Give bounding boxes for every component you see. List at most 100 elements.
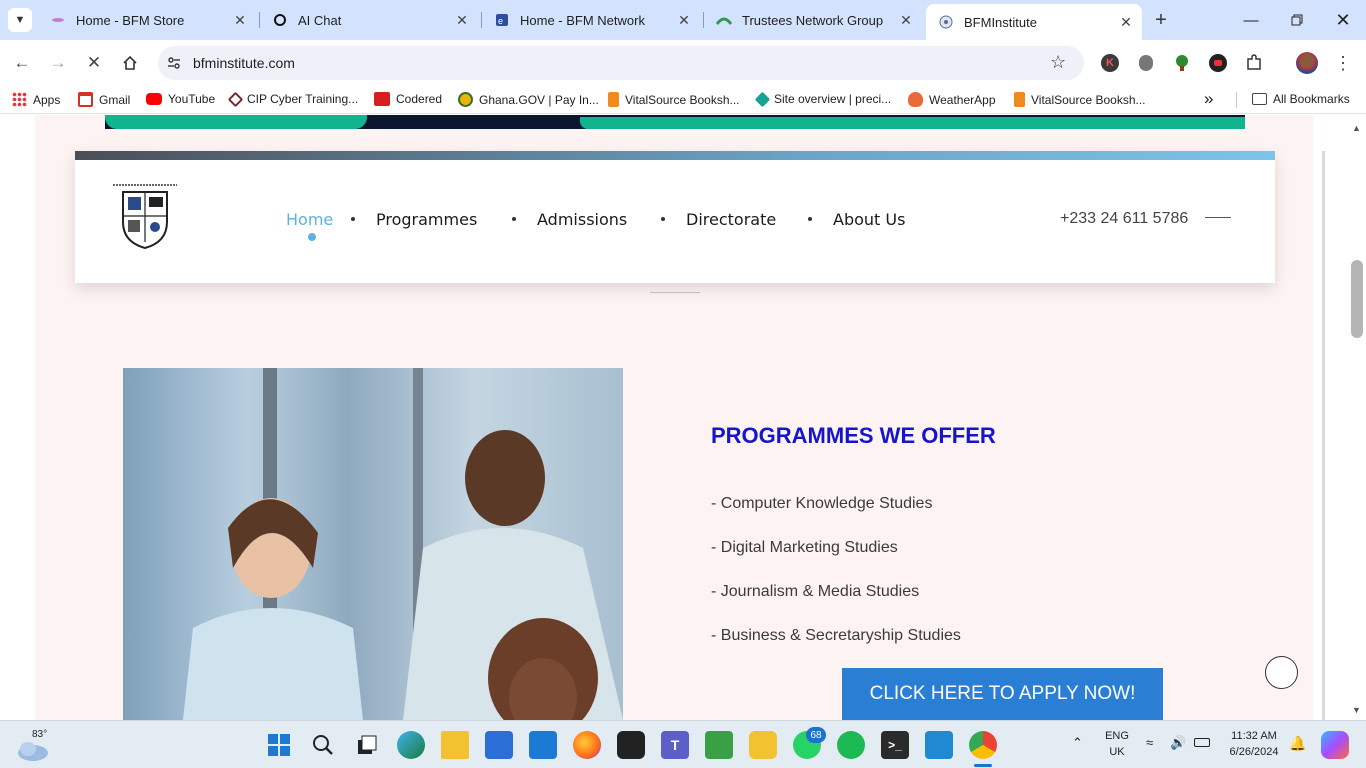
bookmark-apps[interactable]: Apps <box>12 92 60 107</box>
tab-title: Home - BFM Store <box>76 12 185 28</box>
input-region[interactable]: UK <box>1105 746 1129 758</box>
start-windows-icon[interactable] <box>265 731 293 759</box>
nav-about-us[interactable]: About Us <box>833 210 905 229</box>
page-viewport: Home Programmes Admissions Directorate A… <box>0 115 1322 720</box>
bookmark-label: WeatherApp <box>929 92 996 107</box>
more-bookmarks-button[interactable]: » <box>1204 89 1213 109</box>
k-extension-icon[interactable]: K <box>1097 50 1123 76</box>
gmail-icon <box>78 92 93 107</box>
programme-item: - Digital Marketing Studies <box>711 539 898 556</box>
browser-menu-icon[interactable]: ⋮ <box>1330 50 1356 76</box>
tree-extension-icon[interactable] <box>1169 50 1195 76</box>
tab-bfm-network[interactable]: e Home - BFM Network ✕ <box>482 6 700 34</box>
back-button[interactable]: ← <box>9 50 35 76</box>
bookmark-gmail[interactable]: Gmail <box>78 92 130 107</box>
address-bar[interactable]: bfminstitute.com ☆ <box>158 46 1084 80</box>
tab-search-button[interactable]: ▼ <box>8 8 32 32</box>
search-icon[interactable] <box>309 731 337 759</box>
all-bookmarks-button[interactable]: All Bookmarks <box>1252 92 1350 106</box>
mail-icon[interactable] <box>529 731 557 759</box>
close-tab-icon[interactable]: ✕ <box>230 12 250 29</box>
bfm-institute-logo[interactable] <box>113 182 177 250</box>
close-tab-icon[interactable]: ✕ <box>452 12 472 29</box>
close-tab-icon[interactable]: ✕ <box>896 12 916 29</box>
github-desktop-icon[interactable] <box>617 731 645 759</box>
task-view-icon[interactable] <box>353 731 381 759</box>
ai-chat-favicon-icon <box>272 12 288 28</box>
url-text: bfminstitute.com <box>193 55 295 71</box>
bookmark-youtube[interactable]: YouTube <box>146 92 215 106</box>
bookmark-vitalsource-2[interactable]: VitalSource Booksh... <box>1014 92 1146 107</box>
scroll-down-arrow-icon[interactable]: ▼ <box>1352 705 1361 715</box>
copilot-icon[interactable] <box>1321 731 1349 759</box>
volume-icon[interactable]: 🔊 <box>1170 735 1186 751</box>
restore-button[interactable] <box>1274 0 1320 40</box>
bookmark-cip-cyber[interactable]: CIP Cyber Training... <box>227 91 358 107</box>
tab-bfm-store[interactable]: Home - BFM Store ✕ <box>38 6 256 34</box>
page-scrollbar[interactable] <box>1342 115 1366 720</box>
scroll-up-arrow-icon[interactable]: ▲ <box>1352 123 1361 133</box>
notification-bell-icon[interactable]: 🔔 <box>1289 735 1306 752</box>
skills-app-icon[interactable] <box>705 731 733 759</box>
tab-ai-chat[interactable]: AI Chat ✕ <box>260 6 478 34</box>
bfm-store-favicon-icon <box>50 12 66 28</box>
tab-bfminstitute[interactable]: BFMInstitute ✕ <box>926 4 1142 40</box>
nav-admissions[interactable]: Admissions <box>537 210 627 229</box>
site-info-icon[interactable] <box>166 55 182 71</box>
edge-icon[interactable] <box>397 731 425 759</box>
site-header: Home Programmes Admissions Directorate A… <box>75 151 1275 283</box>
bug-extension-icon[interactable] <box>1133 50 1159 76</box>
bookmark-vitalsource-1[interactable]: VitalSource Booksh... <box>608 92 740 107</box>
programme-item: - Computer Knowledge Studies <box>711 495 933 512</box>
cat-app-icon[interactable] <box>749 731 777 759</box>
header-top-stripe <box>75 151 1275 160</box>
new-tab-button[interactable]: + <box>1150 9 1172 31</box>
chrome-active-indicator <box>974 764 992 767</box>
nav-directorate[interactable]: Directorate <box>686 210 776 229</box>
home-button[interactable] <box>117 50 143 76</box>
spotify-icon[interactable] <box>837 731 865 759</box>
bookmark-ghana-gov[interactable]: Ghana.GOV | Pay In... <box>458 92 599 107</box>
clock-date[interactable]: 6/26/2024 <box>1222 746 1286 758</box>
scrollbar-thumb[interactable] <box>1351 260 1363 338</box>
battery-icon[interactable] <box>1194 738 1210 747</box>
bookmark-star-icon[interactable]: ☆ <box>1050 52 1066 73</box>
windows-taskbar: 83° T 68 >_ ⌃ ENG UK ≈ 🔊 11:32 AM 6/26/2… <box>0 720 1366 768</box>
programme-item: - Journalism & Media Studies <box>711 583 920 600</box>
terminal-icon[interactable]: >_ <box>881 731 909 759</box>
header-phone[interactable]: +233 24 611 5786 <box>1060 210 1188 228</box>
tray-overflow-icon[interactable]: ⌃ <box>1072 735 1083 751</box>
tab-title: AI Chat <box>298 12 342 28</box>
profile-avatar[interactable] <box>1294 50 1320 76</box>
weather-widget[interactable]: 83° <box>16 729 50 763</box>
bfminstitute-favicon-icon <box>938 14 954 30</box>
nav-programmes[interactable]: Programmes <box>376 210 477 229</box>
svg-text:e: e <box>498 16 503 26</box>
close-tab-icon[interactable]: ✕ <box>1116 14 1136 31</box>
menu-toggle-line[interactable] <box>1205 217 1231 218</box>
extensions-puzzle-icon[interactable] <box>1241 50 1267 76</box>
record-extension-icon[interactable] <box>1205 50 1231 76</box>
minimize-button[interactable]: — <box>1228 0 1274 40</box>
bookmark-site-overview[interactable]: Site overview | preci... <box>754 91 891 107</box>
close-tab-icon[interactable]: ✕ <box>674 12 694 29</box>
scroll-to-top-button[interactable] <box>1265 656 1298 689</box>
nav-home[interactable]: Home <box>286 210 333 229</box>
teams-icon[interactable]: T <box>661 731 689 759</box>
bookmark-weatherapp[interactable]: WeatherApp <box>908 92 996 107</box>
forward-button[interactable]: → <box>45 50 71 76</box>
wifi-icon[interactable]: ≈ <box>1146 735 1153 750</box>
stop-loading-button[interactable]: ✕ <box>81 50 107 76</box>
bookmark-codered[interactable]: Codered <box>374 92 442 106</box>
apply-now-button[interactable]: CLICK HERE TO APPLY NOW! <box>842 668 1163 720</box>
microsoft-store-icon[interactable] <box>485 731 513 759</box>
clock-time[interactable]: 11:32 AM <box>1222 730 1286 742</box>
firefox-icon[interactable] <box>573 731 601 759</box>
nav-separator-dot <box>512 217 516 221</box>
input-language[interactable]: ENG <box>1105 730 1129 742</box>
file-explorer-icon[interactable] <box>441 731 469 759</box>
tab-trustees-network[interactable]: Trustees Network Group ✕ <box>704 6 922 34</box>
close-window-button[interactable]: ✕ <box>1320 0 1366 40</box>
chrome-icon[interactable] <box>969 731 997 759</box>
vscode-icon[interactable] <box>925 731 953 759</box>
